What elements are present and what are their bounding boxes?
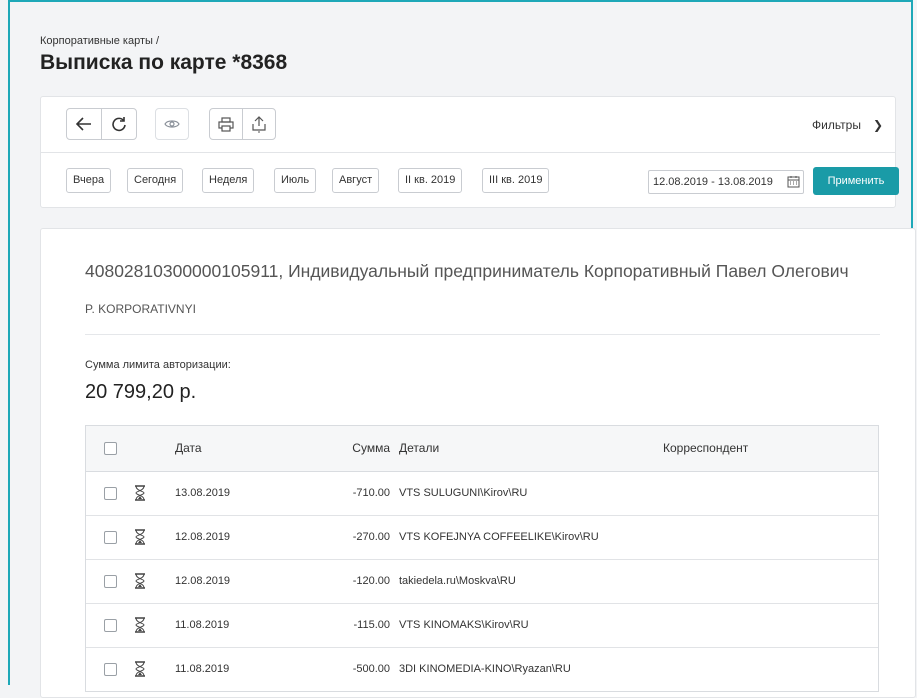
row-checkbox[interactable] — [104, 663, 117, 676]
cell-date: 11.08.2019 — [175, 619, 230, 631]
toolbar-divider — [41, 152, 895, 153]
filters-link[interactable]: Фильтры ❯ — [812, 118, 883, 132]
toolbar-card: Фильтры ❯ Вчера Сегодня Неделя Июль Авгус… — [40, 96, 899, 208]
print-icon — [218, 116, 234, 132]
period-week-button[interactable]: Неделя — [202, 168, 255, 193]
apply-button[interactable]: Применить — [813, 167, 899, 195]
table-row[interactable]: 12.08.2019 -120.00 takiedela.ru\Moskva\R… — [86, 560, 878, 604]
back-button[interactable] — [67, 109, 101, 139]
view-button[interactable] — [155, 108, 189, 140]
eye-icon — [164, 120, 180, 128]
page-title: Выписка по карте *8368 — [40, 51, 288, 74]
select-all-checkbox[interactable] — [104, 442, 117, 455]
statement-card: 40802810300000105911, Индивидуальный пре… — [40, 228, 916, 698]
cell-date: 12.08.2019 — [175, 531, 231, 543]
row-checkbox[interactable] — [104, 619, 117, 632]
filters-label: Фильтры — [812, 118, 861, 132]
row-checkbox[interactable] — [104, 531, 117, 544]
limit-value: 20 799,20 р. — [85, 381, 197, 403]
print-export-group — [209, 108, 276, 140]
period-august-button[interactable]: Август — [332, 168, 380, 193]
row-checkbox[interactable] — [104, 487, 117, 500]
cell-date: 12.08.2019 — [175, 575, 231, 587]
table-row[interactable]: 12.08.2019 -270.00 VTS KOFEJNYA COFFEELI… — [86, 516, 878, 560]
cell-sum: -710.00 — [352, 487, 390, 499]
period-today-button[interactable]: Сегодня — [127, 168, 184, 193]
date-range-value: 12.08.2019 - 13.08.2019 — [653, 176, 773, 188]
transactions-table: Дата Сумма Детали Корреспондент 13.08.20… — [85, 425, 879, 692]
period-july-button[interactable]: Июль — [274, 168, 317, 193]
hourglass-icon — [135, 661, 145, 677]
cell-sum: -270.00 — [352, 531, 390, 543]
upload-icon — [252, 116, 266, 133]
table-row[interactable]: 13.08.2019 -710.00 VTS SULUGUNI\Kirov\RU — [86, 472, 878, 516]
period-yesterday-button[interactable]: Вчера — [66, 168, 112, 193]
header-correspondent[interactable]: Корреспондент — [663, 441, 748, 455]
calendar-icon[interactable] — [787, 175, 800, 188]
chevron-right-icon: ❯ — [872, 118, 883, 132]
period-q3-button[interactable]: III кв. 2019 — [482, 168, 550, 193]
cell-details: 3DI KINOMEDIA-KINO\Ryazan\RU — [399, 663, 571, 675]
header-sum[interactable]: Сумма — [352, 441, 390, 455]
refresh-button[interactable] — [101, 109, 136, 139]
hourglass-icon — [135, 529, 145, 545]
export-button[interactable] — [242, 109, 275, 139]
cell-date: 11.08.2019 — [175, 663, 230, 675]
cell-details: VTS KINOMAKS\Kirov\RU — [399, 619, 529, 631]
row-checkbox[interactable] — [104, 575, 117, 588]
print-button[interactable] — [210, 109, 242, 139]
limit-label: Сумма лимита авторизации: — [85, 359, 231, 371]
cell-sum: -120.00 — [352, 575, 390, 587]
cell-details: VTS SULUGUNI\Kirov\RU — [399, 487, 528, 499]
table-row[interactable]: 11.08.2019 -115.00 VTS KINOMAKS\Kirov\RU — [86, 604, 878, 648]
cell-sum: -115.00 — [353, 619, 391, 631]
header-details[interactable]: Детали — [399, 441, 439, 455]
card-divider — [85, 334, 880, 335]
arrow-left-icon — [76, 117, 91, 131]
hourglass-icon — [135, 617, 145, 633]
cell-sum: -500.00 — [352, 663, 390, 675]
refresh-icon — [112, 117, 126, 132]
account-info: 40802810300000105911, Индивидуальный пре… — [85, 261, 849, 281]
cell-details: takiedela.ru\Moskva\RU — [399, 575, 516, 587]
hourglass-icon — [135, 485, 145, 501]
cell-date: 13.08.2019 — [175, 487, 231, 499]
card-holder-name: P. KORPORATIVNYI — [85, 302, 196, 316]
table-header: Дата Сумма Детали Корреспондент — [86, 426, 878, 472]
cell-details: VTS KOFEJNYA COFFEELIKE\Kirov\RU — [399, 531, 599, 543]
period-q2-button[interactable]: II кв. 2019 — [398, 168, 463, 193]
header-date[interactable]: Дата — [175, 441, 202, 455]
table-body: 13.08.2019 -710.00 VTS SULUGUNI\Kirov\RU… — [86, 472, 878, 691]
nav-button-group — [66, 108, 137, 140]
breadcrumb[interactable]: Корпоративные карты / — [40, 35, 159, 47]
view-button-inner — [156, 109, 188, 139]
date-range-input[interactable]: 12.08.2019 - 13.08.2019 — [648, 170, 804, 194]
window-frame: Корпоративные карты / Выписка по карте *… — [8, 0, 916, 698]
hourglass-icon — [135, 573, 145, 589]
